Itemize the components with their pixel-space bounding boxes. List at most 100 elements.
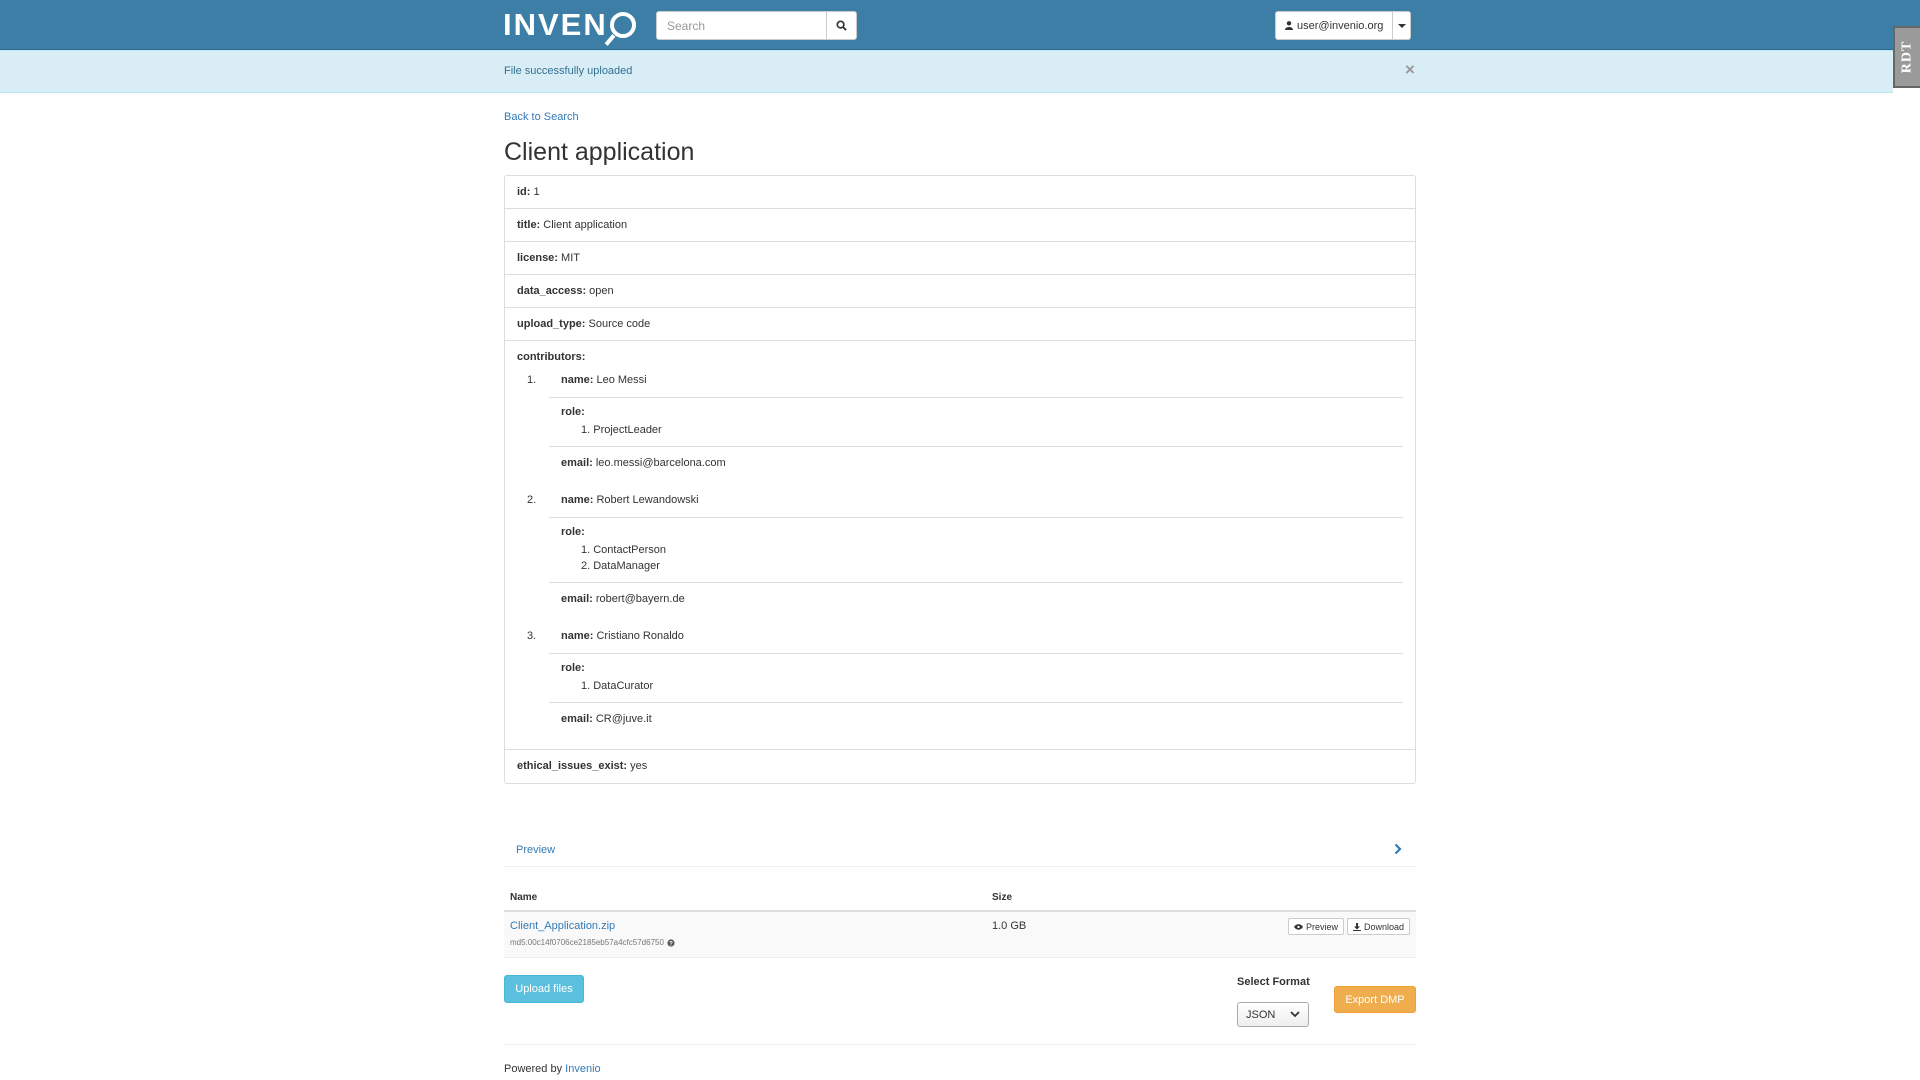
user-dropdown-toggle[interactable] xyxy=(1393,11,1412,40)
field-value: open xyxy=(589,285,614,297)
user-account-button[interactable]: user@invenio.org xyxy=(1275,11,1394,40)
contributor-email: robert@bayern.de xyxy=(595,593,685,605)
field-value: MIT xyxy=(561,252,580,264)
record-details-panel: id: 1 title: Client application license:… xyxy=(504,175,1416,784)
field-value: Client application xyxy=(543,219,628,231)
rdt-side-tab[interactable]: RDT xyxy=(1893,26,1920,88)
field-row-title: title: Client application xyxy=(505,209,1415,242)
contributor-role-row: role: 1. DataCurator xyxy=(549,654,1403,703)
field-key: name: xyxy=(561,494,594,506)
question-circle-icon[interactable]: ? xyxy=(667,938,675,947)
file-preview-button[interactable]: Preview xyxy=(1287,918,1344,935)
contributor-number: 1. xyxy=(527,374,537,386)
field-key: role: xyxy=(561,406,585,418)
contributor-email: CR@juve.it xyxy=(595,713,652,725)
preview-panel-header[interactable]: Preview xyxy=(504,833,1416,867)
contributor-name: Cristiano Ronaldo xyxy=(596,630,684,642)
field-row-ethical-issues: ethical_issues_exist: yes xyxy=(505,750,1415,783)
success-alert: File successfully uploaded × xyxy=(0,50,1893,93)
role-item: 1. ProjectLeader xyxy=(581,424,662,436)
page-title: Client application xyxy=(504,138,695,166)
contributor-email: leo.messi@barcelona.com xyxy=(595,457,726,469)
file-size: 1.0 GB xyxy=(992,920,1027,932)
field-key: email: xyxy=(561,593,593,605)
top-navbar: INVEN user@invenio.org xyxy=(0,0,1920,50)
table-row: Client_Application.zip md5:00c14f0706ce2… xyxy=(504,912,1416,958)
contributor-email-row: email: robert@bayern.de xyxy=(549,583,1403,619)
field-key: email: xyxy=(561,457,593,469)
search-group xyxy=(656,11,857,40)
role-item: 2. DataManager xyxy=(581,560,660,572)
field-value: Source code xyxy=(588,318,651,330)
field-value: 1 xyxy=(533,186,540,198)
search-button[interactable] xyxy=(826,11,857,40)
field-key: email: xyxy=(561,713,593,725)
contributor-name-row: name: Leo Messi xyxy=(549,373,1403,398)
role-item: 1. ContactPerson xyxy=(581,544,666,556)
field-key: name: xyxy=(561,374,594,386)
footer-powered-by: Powered by xyxy=(504,1063,563,1075)
contributor-email-row: email: leo.messi@barcelona.com xyxy=(549,447,1403,483)
contributor-role-row: role: 1. ContactPerson 2. DataManager xyxy=(549,518,1403,583)
files-table: Name Size Client_Application.zip md5:00c… xyxy=(504,882,1416,958)
role-list: 1. ContactPerson 2. DataManager xyxy=(581,542,1403,574)
invenio-logo[interactable]: INVEN xyxy=(503,7,636,42)
file-name-link[interactable]: Client_Application.zip xyxy=(510,920,615,932)
footer-divider xyxy=(504,1044,1416,1045)
select-format-label: Select Format xyxy=(1237,976,1310,988)
upload-files-button[interactable]: Upload files xyxy=(504,975,584,1003)
checksum-text: md5:00c14f0706ce2185eb57a4cfc57d6750 xyxy=(510,938,664,947)
contributor-item: 2. name: Robert Lewandowski role: 1. Con… xyxy=(527,493,1403,619)
field-key: ethical_issues_exist: xyxy=(517,760,628,772)
preview-button-label: Preview xyxy=(1305,921,1338,932)
format-select[interactable]: JSON xyxy=(1237,1002,1309,1027)
field-row-license: license: MIT xyxy=(505,242,1415,275)
contributors-section: contributors: 1. name: Leo Messi role: 1… xyxy=(505,341,1415,750)
field-key: name: xyxy=(561,630,594,642)
search-input[interactable] xyxy=(656,11,826,40)
field-row-data-access: data_access: open xyxy=(505,275,1415,308)
contributor-name-row: name: Robert Lewandowski xyxy=(549,493,1403,518)
alert-message: File successfully uploaded xyxy=(504,65,633,77)
field-key: title: xyxy=(517,219,541,231)
search-icon xyxy=(836,20,847,31)
field-key: role: xyxy=(561,526,585,538)
svg-text:?: ? xyxy=(669,940,673,947)
user-icon xyxy=(1285,21,1293,30)
column-header-size: Size xyxy=(992,892,1013,903)
footer-invenio-link[interactable]: Invenio xyxy=(565,1063,600,1075)
rdt-label: RDT xyxy=(1899,40,1915,74)
caret-down-icon xyxy=(1397,23,1406,28)
back-to-search-link[interactable]: Back to Search xyxy=(504,111,579,123)
column-header-name: Name xyxy=(510,892,538,903)
contributor-name: Leo Messi xyxy=(596,374,647,386)
field-key: upload_type: xyxy=(517,318,586,330)
field-key: data_access: xyxy=(517,285,587,297)
files-table-header: Name Size xyxy=(504,882,1416,912)
alert-close-button[interactable]: × xyxy=(1405,61,1415,78)
field-key: role: xyxy=(561,662,585,674)
download-icon xyxy=(1352,922,1361,931)
logo-magnifier-icon xyxy=(609,12,636,38)
field-key: license: xyxy=(517,252,558,264)
eye-icon xyxy=(1293,923,1303,930)
contributor-name: Robert Lewandowski xyxy=(596,494,699,506)
role-list: 1. DataCurator xyxy=(581,678,1403,694)
user-email: user@invenio.org xyxy=(1297,19,1384,32)
contributor-name-row: name: Cristiano Ronaldo xyxy=(549,629,1403,654)
contributor-email-row: email: CR@juve.it xyxy=(549,703,1403,739)
format-selected-value: JSON xyxy=(1246,1008,1276,1021)
contributor-item: 1. name: Leo Messi role: 1. ProjectLeade… xyxy=(527,373,1403,483)
field-key: id: xyxy=(517,186,531,198)
preview-link[interactable]: Preview xyxy=(516,844,555,856)
field-row-id: id: 1 xyxy=(505,176,1415,209)
export-dmp-button[interactable]: Export DMP xyxy=(1334,986,1416,1013)
contributor-item: 3. name: Cristiano Ronaldo role: 1. Data… xyxy=(527,629,1403,739)
file-checksum: md5:00c14f0706ce2185eb57a4cfc57d6750 ? xyxy=(510,938,675,947)
field-value: yes xyxy=(630,760,648,772)
user-menu: user@invenio.org xyxy=(1275,11,1412,40)
file-download-button[interactable]: Download xyxy=(1346,918,1410,935)
contributor-number: 3. xyxy=(527,630,537,642)
chevron-right-icon[interactable] xyxy=(1394,843,1402,855)
contributor-role-row: role: 1. ProjectLeader xyxy=(549,398,1403,447)
